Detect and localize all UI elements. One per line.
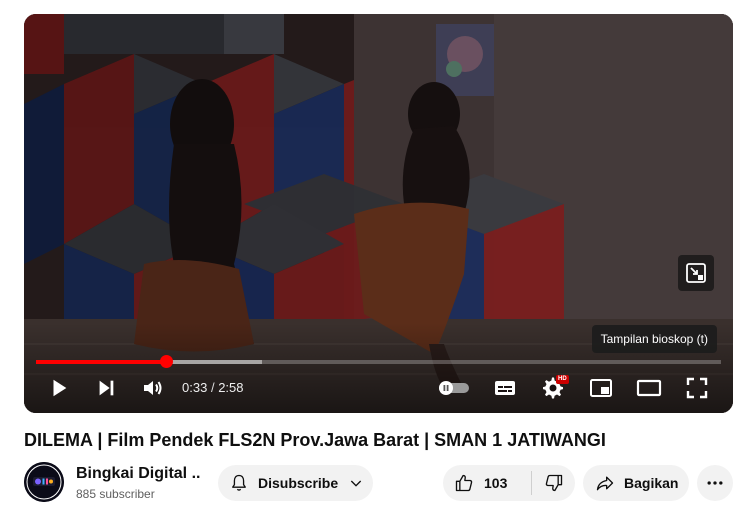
channel-avatar[interactable] <box>24 462 64 502</box>
tooltip-cinema-mode: Tampilan bioskop (t) <box>591 325 717 353</box>
cinema-exit-button[interactable] <box>678 255 714 291</box>
subscribe-label: Disubscribe <box>258 475 339 491</box>
autoplay-toggle-icon <box>439 381 469 395</box>
time-separator: / <box>210 380 215 395</box>
progress-played <box>36 360 167 364</box>
more-actions-button[interactable] <box>697 465 733 501</box>
time-display: 0:33 / 2:58 <box>182 370 244 406</box>
time-total: 2:58 <box>218 380 244 395</box>
autoplay-toggle[interactable] <box>434 370 474 406</box>
like-button[interactable]: 103 <box>443 465 531 501</box>
hd-badge: HD <box>556 375 569 384</box>
subtitles-button[interactable] <box>487 370 523 406</box>
volume-icon <box>144 381 162 395</box>
subtitles-icon <box>495 381 515 395</box>
dislike-button[interactable] <box>532 465 575 501</box>
next-icon <box>99 380 114 396</box>
share-button[interactable]: Bagikan <box>583 465 689 501</box>
miniplayer-button[interactable] <box>583 370 619 406</box>
like-count: 103 <box>484 475 508 491</box>
player-controls: 0:33 / 2:58 HD <box>24 370 733 406</box>
settings-button[interactable]: HD <box>535 370 571 406</box>
thumbs-down-icon <box>545 474 562 492</box>
subscriber-count: 885 subscriber <box>76 487 155 501</box>
channel-logo-icon <box>24 462 64 502</box>
share-icon <box>596 476 614 491</box>
fullscreen-icon <box>686 377 708 399</box>
cinema-exit-icon <box>686 263 706 283</box>
fullscreen-button[interactable] <box>679 370 715 406</box>
thumbs-up-icon <box>455 474 473 492</box>
play-button[interactable] <box>41 370 77 406</box>
more-horizontal-icon <box>707 481 723 485</box>
channel-name[interactable]: Bingkai Digital ... <box>76 464 200 484</box>
chevron-down-icon <box>351 480 362 487</box>
video-player[interactable]: Tampilan bioskop (t) 0:33 / 2:58 HD <box>24 14 733 413</box>
subscribe-button[interactable]: Disubscribe <box>218 465 373 501</box>
share-label: Bagikan <box>624 475 679 491</box>
volume-button[interactable] <box>135 370 171 406</box>
progress-bar[interactable] <box>36 355 721 368</box>
video-title: DILEMA | Film Pendek FLS2N Prov.Jawa Bar… <box>24 430 606 450</box>
miniplayer-icon <box>590 379 612 397</box>
bell-icon <box>232 474 246 491</box>
time-current: 0:33 <box>182 380 208 395</box>
next-button[interactable] <box>88 370 124 406</box>
theater-mode-icon <box>636 379 662 397</box>
like-dislike-group: 103 <box>443 465 575 501</box>
play-icon <box>53 379 67 397</box>
theater-mode-button[interactable] <box>631 370 667 406</box>
